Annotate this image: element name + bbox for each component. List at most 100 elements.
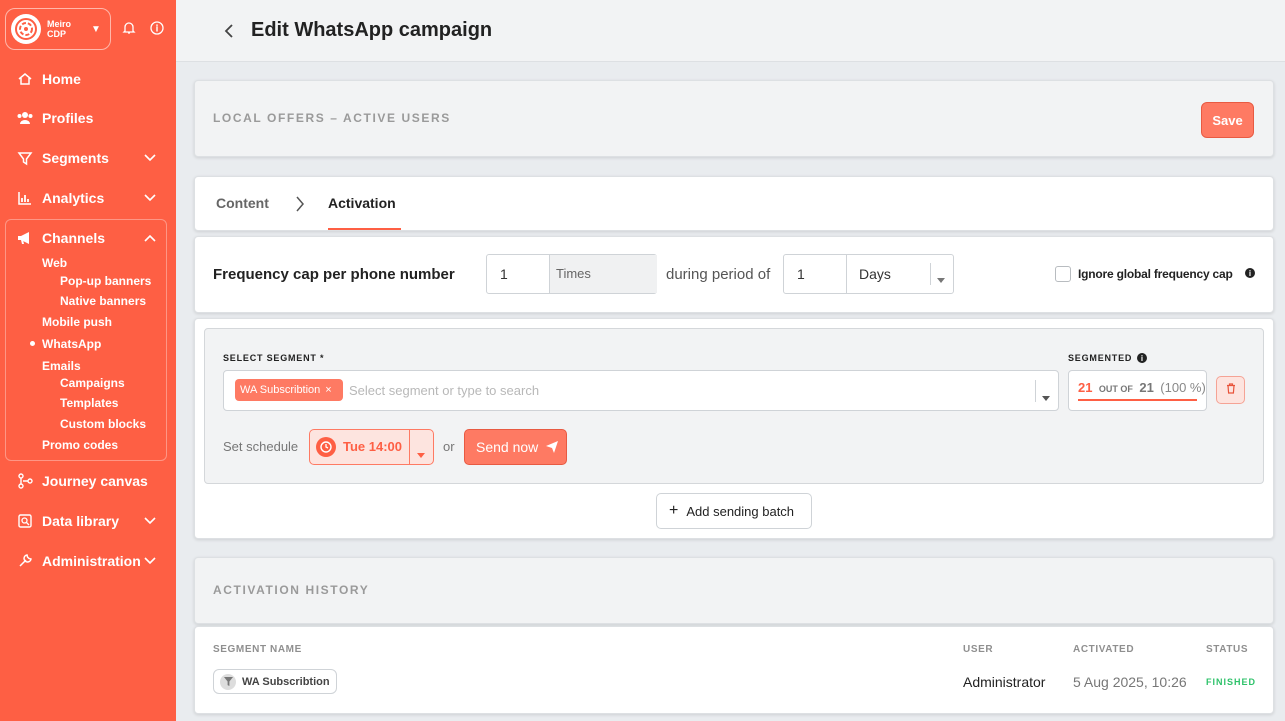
period-value: 1 [797,266,805,282]
sidebar-item-channels[interactable]: Channels [0,226,176,250]
history-segment-name: WA Subscribtion [242,675,330,688]
ignore-global-cap-checkbox[interactable] [1055,266,1071,282]
wrench-icon [16,552,34,570]
sidebar-sub-emails[interactable]: Emails [42,359,81,373]
chevron-down-icon: ▼ [91,23,101,35]
chevron-down-icon [142,553,158,569]
schedule-value: Tue 14:00 [343,439,403,454]
activation-history-title: ACTIVATION HISTORY [213,583,370,597]
brand-switcher[interactable]: Meiro CDP ▼ [5,8,111,50]
column-header-status: STATUS [1206,644,1249,655]
tab-activation[interactable]: Activation [328,195,396,211]
chevron-down-icon [142,513,158,529]
sidebar-sub-web[interactable]: Web [42,256,67,270]
campaign-name[interactable]: LOCAL OFFERS – ACTIVE USERS [213,111,451,125]
brand-name: Meiro CDP [47,19,72,39]
active-indicator [30,341,35,346]
or-label: or [443,439,455,454]
sidebar-sub-promo-codes[interactable]: Promo codes [42,438,118,452]
segmented-label: SEGMENTED [1068,353,1133,363]
sidebar-item-segments[interactable]: Segments [0,146,176,170]
sidebar-sub-templates[interactable]: Templates [60,396,118,410]
add-sending-batch-button[interactable]: + Add sending batch [656,493,812,529]
bar-chart-icon [16,189,34,207]
segment-chip-label: WA Subscribtion [240,384,321,396]
times-unit: Times [556,266,591,281]
sidebar-item-label: Home [42,71,81,87]
caret-down-icon[interactable] [417,445,425,463]
delete-batch-button[interactable] [1216,376,1245,404]
ignore-global-cap-label: Ignore global frequency cap [1078,267,1233,281]
sidebar-sub-popup-banners[interactable]: Pop-up banners [60,274,151,288]
sidebar-item-label: Analytics [42,190,105,206]
period-unit-select[interactable]: Days [859,266,891,282]
send-now-button[interactable]: Send now [464,429,567,465]
users-icon [16,109,34,127]
segment-chip[interactable]: WA Subscribtion × [235,379,343,401]
history-segment-chip[interactable]: WA Subscribtion [213,669,337,694]
chevron-down-icon [142,190,158,206]
caret-down-icon[interactable] [937,270,945,288]
caret-down-icon[interactable] [1042,388,1050,406]
column-header-activated: ACTIVATED [1073,644,1135,655]
journey-icon [16,472,34,490]
sidebar-sub-whatsapp[interactable]: WhatsApp [42,337,101,351]
chevron-right-icon [295,195,305,218]
history-activated: 5 Aug 2025, 10:26 [1073,674,1187,690]
sidebar-sub-mobile-push[interactable]: Mobile push [42,315,112,329]
sidebar-item-label: Segments [42,150,109,166]
megaphone-icon [16,229,34,247]
clock-icon [316,437,336,457]
sidebar-sub-native-banners[interactable]: Native banners [60,294,146,308]
sidebar-item-label: Journey canvas [42,473,148,489]
plus-icon: + [669,502,679,519]
tab-content[interactable]: Content [216,195,269,211]
bell-icon[interactable] [121,20,137,36]
sidebar-item-label: Data library [42,513,120,529]
sidebar-sub-custom-blocks[interactable]: Custom blocks [60,417,146,431]
sidebar-sub-campaigns[interactable]: Campaigns [60,376,125,390]
save-button[interactable]: Save [1201,102,1254,138]
sidebar-item-profiles[interactable]: Profiles [0,106,176,130]
sidebar-item-data-library[interactable]: Data library [0,509,176,533]
back-button[interactable] [220,21,238,41]
send-now-label: Send now [476,439,539,455]
column-header-user: USER [963,644,994,655]
segmented-percent: (100 %) [1160,380,1206,395]
segmented-count: 21 [1078,380,1093,395]
close-icon[interactable]: × [325,384,331,396]
sidebar-item-administration[interactable]: Administration [0,549,176,573]
paper-plane-icon [545,440,559,454]
data-library-icon [16,512,34,530]
info-icon[interactable] [149,20,165,36]
sidebar-item-label: Channels [42,230,106,246]
meiro-logo-icon [11,14,41,44]
segmented-total: 21 [1139,380,1154,395]
sidebar-item-analytics[interactable]: Analytics [0,186,176,210]
sidebar: Meiro CDP ▼ Home Profiles Segments Analy… [0,0,176,721]
segmented-progress-bar [1078,399,1197,401]
schedule-button[interactable]: Tue 14:00 [309,429,434,465]
segmented-count-box: 21 OUT OF 21 (100 %) [1068,370,1207,411]
segment-search-placeholder: Select segment or type to search [349,383,540,398]
add-sending-batch-label: Add sending batch [686,503,795,519]
info-icon[interactable]: i [1245,268,1255,278]
page-title: Edit WhatsApp campaign [251,19,493,41]
during-period-label: during period of [666,266,771,283]
status-badge: FINISHED [1206,677,1257,687]
column-header-segment: SEGMENT NAME [213,644,302,655]
sidebar-item-journey-canvas[interactable]: Journey canvas [0,469,176,493]
select-segment-label: SELECT SEGMENT * [223,353,325,363]
chevron-down-icon [142,150,158,166]
set-schedule-label: Set schedule [223,439,299,454]
chevron-up-icon [142,230,158,246]
sidebar-item-home[interactable]: Home [0,67,176,91]
trash-icon [1226,381,1236,399]
info-icon[interactable]: i [1137,353,1147,363]
filter-icon [220,673,236,690]
filter-icon [16,149,34,167]
times-value: 1 [500,266,508,282]
history-user: Administrator [963,674,1046,690]
sidebar-item-label: Profiles [42,110,94,126]
out-of-label: OUT OF [1098,384,1133,394]
